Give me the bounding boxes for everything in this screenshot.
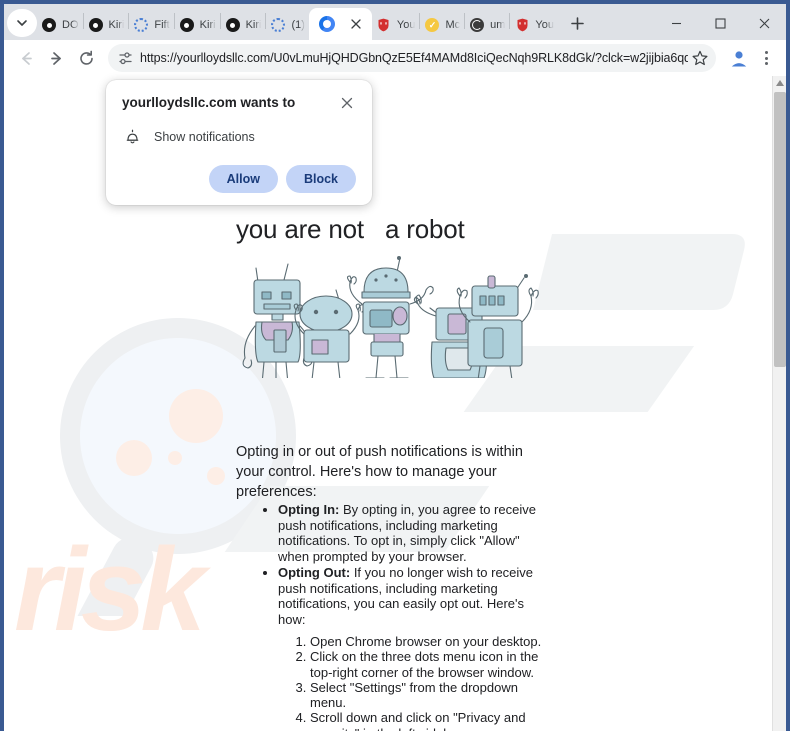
robots-illustration [242,256,539,378]
list-item: Scroll down and click on "Privacy and se… [310,710,550,731]
page-scrollbar[interactable] [772,76,786,731]
tab-title: Kiri [245,19,262,31]
intro-paragraph: Opting in or out of push notifications i… [236,444,523,500]
reload-icon [79,50,93,65]
browser-window-inner: DO Kiri Fift Kiri Kiri (1) You ✓ Mc um Y… [4,4,786,731]
reload-button[interactable] [72,44,100,72]
tab-strip: DO Kiri Fift Kiri Kiri (1) You ✓ Mc um Y… [4,4,786,40]
bullet-lead: Opting Out: [278,565,351,580]
tab-title: You [535,19,554,31]
profile-avatar[interactable] [726,45,752,71]
tab-count-1[interactable]: (1) [266,10,308,40]
page-title: you are not a robot [236,214,465,244]
plus-icon [571,16,585,30]
bookmark-star-icon[interactable] [688,46,712,70]
minimize-button[interactable] [654,7,698,40]
menu-dot [764,62,768,65]
site-settings-icon[interactable] [114,47,136,69]
bullet-lead: Opting In: [278,502,340,517]
back-arrow-icon [21,51,32,65]
forward-button[interactable] [42,44,70,72]
list-item: Open Chrome browser on your desktop. [310,634,550,649]
back-button[interactable] [12,44,40,72]
tab-title: (1) [291,19,305,31]
browser-toolbar: https://yourlloydsllc.com/U0vLmuHjQHDGbn… [4,40,786,76]
tab-title: Kiri [199,19,216,31]
window-controls [654,7,786,40]
close-icon [759,18,769,29]
dialog-header: yourlloydsllc.com wants to [122,94,356,112]
browser-window: DO Kiri Fift Kiri Kiri (1) You ✓ Mc um Y… [0,0,790,731]
tab-close-icon[interactable] [348,16,364,32]
minimize-icon [671,22,681,25]
tab-kiri-2[interactable]: Kiri [175,10,220,40]
yellow-check-icon: ✓ [424,17,440,33]
dark-circle-icon [41,17,57,33]
tab-search-button[interactable] [7,9,37,37]
tab-title: Mc [445,19,461,31]
menu-dot [764,56,768,60]
maximize-button[interactable] [698,7,742,40]
tab-um[interactable]: um [465,10,509,40]
list-item: Click on the three dots menu icon in the… [310,649,550,680]
red-shield-icon [514,17,530,33]
tab-do[interactable]: DO [37,10,83,40]
dialog-title: yourlloydsllc.com wants to [122,95,296,110]
tab-you-1[interactable]: You [372,10,420,40]
permission-label: Show notifications [154,130,255,144]
scrollbar-thumb[interactable] [774,92,786,367]
tab-fift[interactable]: Fift [129,10,173,40]
close-window-button[interactable] [742,7,786,40]
list-item: Opting In: By opting in, you agree to re… [278,502,550,564]
three-dot-menu-button[interactable] [754,44,778,72]
globe-icon [469,17,485,33]
tab-title: um [490,19,506,31]
profile-avatar-icon [728,47,750,69]
scroll-up-arrow-icon[interactable] [773,76,786,90]
tab-mc[interactable]: ✓ Mc [420,10,464,40]
numbered-steps-list: Open Chrome browser on your desktop. Cli… [288,634,550,731]
tab-kiri-3[interactable]: Kiri [221,10,266,40]
close-icon[interactable] [338,94,356,112]
tab-active-yourlloydsllc[interactable] [308,8,372,40]
forward-arrow-icon [50,51,61,65]
block-button[interactable]: Block [285,165,356,193]
tab-you-2[interactable]: You [510,10,558,40]
dark-circle-icon [88,17,104,33]
allow-button[interactable]: Allow [208,165,278,193]
bell-icon [122,127,142,147]
tab-title: DO [62,19,79,31]
url-text: https://yourlloydsllc.com/U0vLmuHjQHDGbn… [140,51,688,65]
tab-title: Fift [154,19,170,31]
menu-dot [764,51,768,54]
new-tab-button[interactable] [564,9,592,37]
notification-permission-dialog: yourlloydsllc.com wants to Show notifica… [106,80,372,205]
risk-watermark-text: risk [14,524,206,656]
list-item: Select "Settings" from the dropdown menu… [310,680,550,711]
chevron-down-icon [17,20,27,26]
bullet-list: Opting In: By opting in, you agree to re… [260,502,550,628]
address-bar[interactable]: https://yourlloydsllc.com/U0vLmuHjQHDGbn… [108,44,716,72]
loading-spinner-icon [133,17,149,33]
tab-kiri-1[interactable]: Kiri [84,10,129,40]
red-shield-icon [376,17,392,33]
permission-row: Show notifications [122,127,356,147]
list-item: Opting Out: If you no longer wish to rec… [278,565,550,627]
maximize-icon [714,18,726,29]
tab-title: Kiri [108,19,125,31]
dark-circle-icon [225,17,241,33]
dialog-actions: Allow Block [122,165,356,193]
dark-circle-icon [179,17,195,33]
tab-title: You [396,19,416,31]
loading-spinner-icon [270,17,286,33]
chrome-icon [318,16,335,32]
